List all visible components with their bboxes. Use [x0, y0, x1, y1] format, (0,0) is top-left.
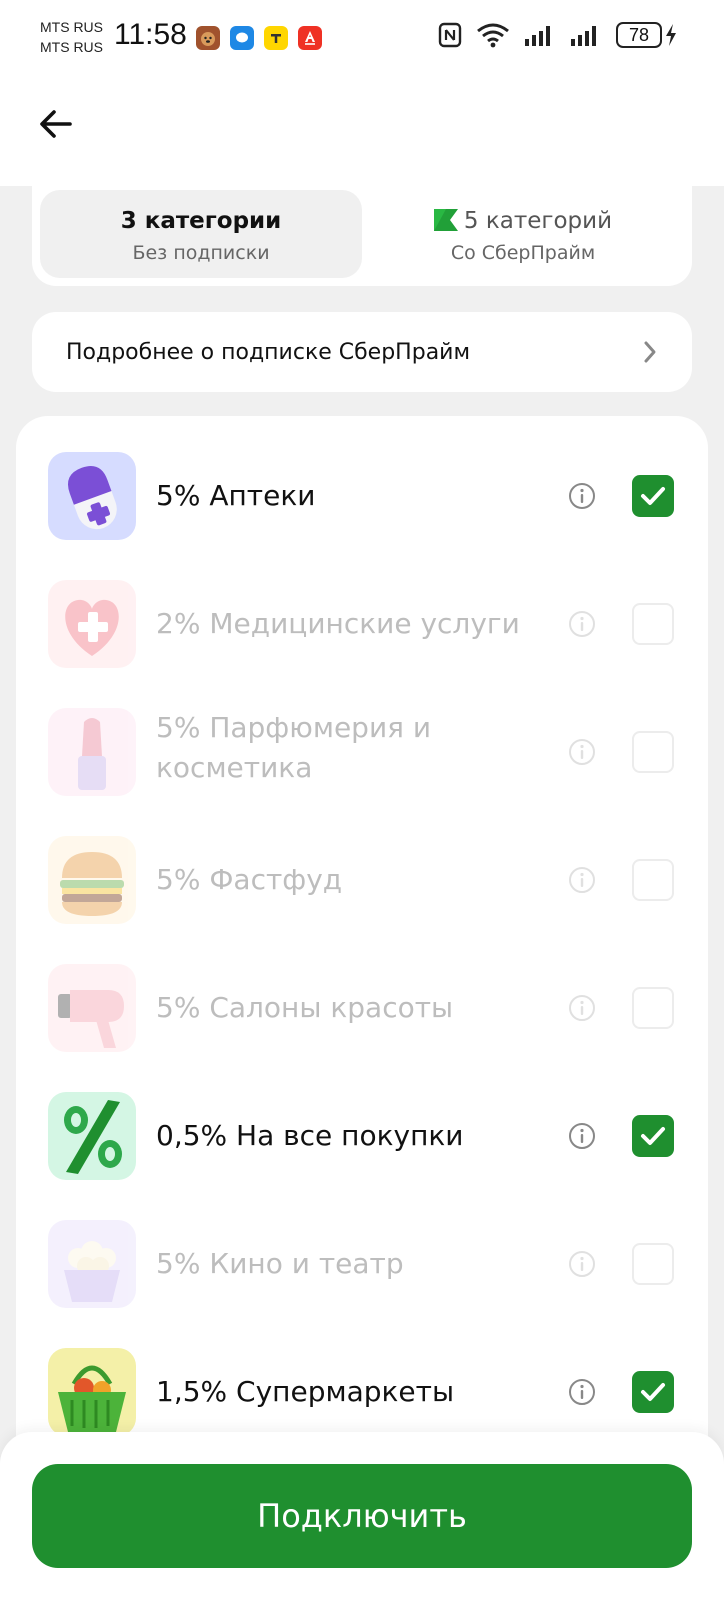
wifi-icon [477, 23, 509, 48]
category-row[interactable]: 5% Фастфуд [16, 800, 708, 928]
message-app-icon [230, 26, 254, 50]
basket-icon [48, 1348, 136, 1436]
info-icon[interactable] [568, 482, 596, 510]
category-row[interactable]: 5% Аптеки [16, 416, 708, 544]
bottom-action-bar: Подключить [0, 1432, 724, 1600]
tab-sberprime[interactable]: 5 категорий Со СберПрайм [362, 190, 684, 278]
info-icon[interactable] [568, 738, 596, 766]
battery-indicator: 78 [616, 22, 678, 48]
info-icon[interactable] [568, 1122, 596, 1150]
status-bar: MTS RUS MTS RUS 11:58 78 [0, 0, 724, 80]
nfc-icon [438, 22, 462, 48]
carrier-1: MTS RUS [40, 19, 103, 35]
signal-1-icon [525, 26, 550, 46]
connect-button[interactable]: Подключить [32, 1464, 692, 1568]
tab-subtitle: Со СберПрайм [450, 242, 596, 264]
category-label: 0,5% На все покупки [156, 1119, 464, 1152]
category-label: 5% Кино и театр [156, 1247, 404, 1280]
dog-app-icon [196, 26, 220, 50]
checkmark-icon [641, 487, 665, 505]
carrier-2: MTS RUS [40, 39, 103, 55]
category-label: 2% Медицинские услуги [156, 607, 520, 640]
tab-without-subscription[interactable]: 3 категории Без подписки [40, 190, 362, 278]
category-row[interactable]: 5% Кино и театр [16, 1184, 708, 1312]
burger-icon [48, 836, 136, 924]
category-checkbox[interactable] [632, 731, 674, 773]
tab-subtitle: Без подписки [132, 242, 270, 264]
checkmark-icon [641, 1127, 665, 1145]
percent-icon [48, 1092, 136, 1180]
pill-icon [48, 452, 136, 540]
info-icon[interactable] [568, 994, 596, 1022]
popcorn-icon [48, 1220, 136, 1308]
category-checkbox[interactable] [632, 603, 674, 645]
category-label: 5% Фастфуд [156, 863, 343, 896]
sberprime-info-link[interactable]: Подробнее о подписке СберПрайм [32, 312, 692, 392]
clock: 11:58 [114, 18, 187, 51]
carrier-names: MTS RUS MTS RUS [40, 17, 103, 57]
checkmark-icon [641, 1383, 665, 1401]
signal-2-icon [571, 26, 596, 46]
category-row[interactable]: 0,5% На все покупки [16, 1056, 708, 1184]
back-button[interactable] [36, 104, 76, 144]
category-checkbox[interactable] [632, 1243, 674, 1285]
category-checkbox[interactable] [632, 1371, 674, 1413]
lipstick-icon [48, 708, 136, 796]
category-checkbox[interactable] [632, 987, 674, 1029]
charging-icon [666, 24, 676, 46]
sberprime-flag-icon [433, 209, 458, 231]
tbank-app-icon [264, 26, 288, 50]
category-label: 5% Салоны красоты [156, 991, 454, 1024]
system-icons: 78 [438, 22, 678, 48]
subscription-tabs: 3 категории Без подписки 5 категорий Со … [32, 182, 692, 286]
tab-title-text: 5 категорий [463, 208, 613, 234]
category-checkbox[interactable] [632, 1115, 674, 1157]
category-row[interactable]: 5% Салоны красоты [16, 928, 708, 1056]
info-icon[interactable] [568, 1250, 596, 1278]
category-row[interactable]: 1,5% Супермаркеты [16, 1312, 708, 1440]
category-label: 5% Аптеки [156, 479, 316, 512]
category-label: 1,5% Супермаркеты [156, 1375, 455, 1408]
chevron-right-icon [644, 341, 656, 363]
info-link-label: Подробнее о подписке СберПрайм [66, 339, 471, 365]
arrow-left-icon [40, 110, 72, 138]
category-checkbox[interactable] [632, 859, 674, 901]
notification-icons [196, 26, 322, 50]
header [0, 80, 724, 186]
alfa-app-icon [298, 26, 322, 50]
category-row[interactable]: 5% Парфюмерия и косметика [16, 672, 708, 800]
category-checkbox[interactable] [632, 475, 674, 517]
category-list: 5% Аптеки 2% Медицинские услуги 5% Парфю… [16, 416, 708, 1600]
category-label: 5% Парфюмерия и косметика [156, 711, 432, 784]
category-row[interactable]: 2% Медицинские услуги [16, 544, 708, 672]
tab-title: 5 категорий [362, 208, 684, 234]
info-icon[interactable] [568, 610, 596, 638]
battery-level: 78 [616, 22, 662, 48]
hair-dryer-icon [48, 964, 136, 1052]
info-icon[interactable] [568, 866, 596, 894]
tab-title: 3 категории [120, 208, 282, 234]
heart-cross-icon [48, 580, 136, 668]
info-icon[interactable] [568, 1378, 596, 1406]
